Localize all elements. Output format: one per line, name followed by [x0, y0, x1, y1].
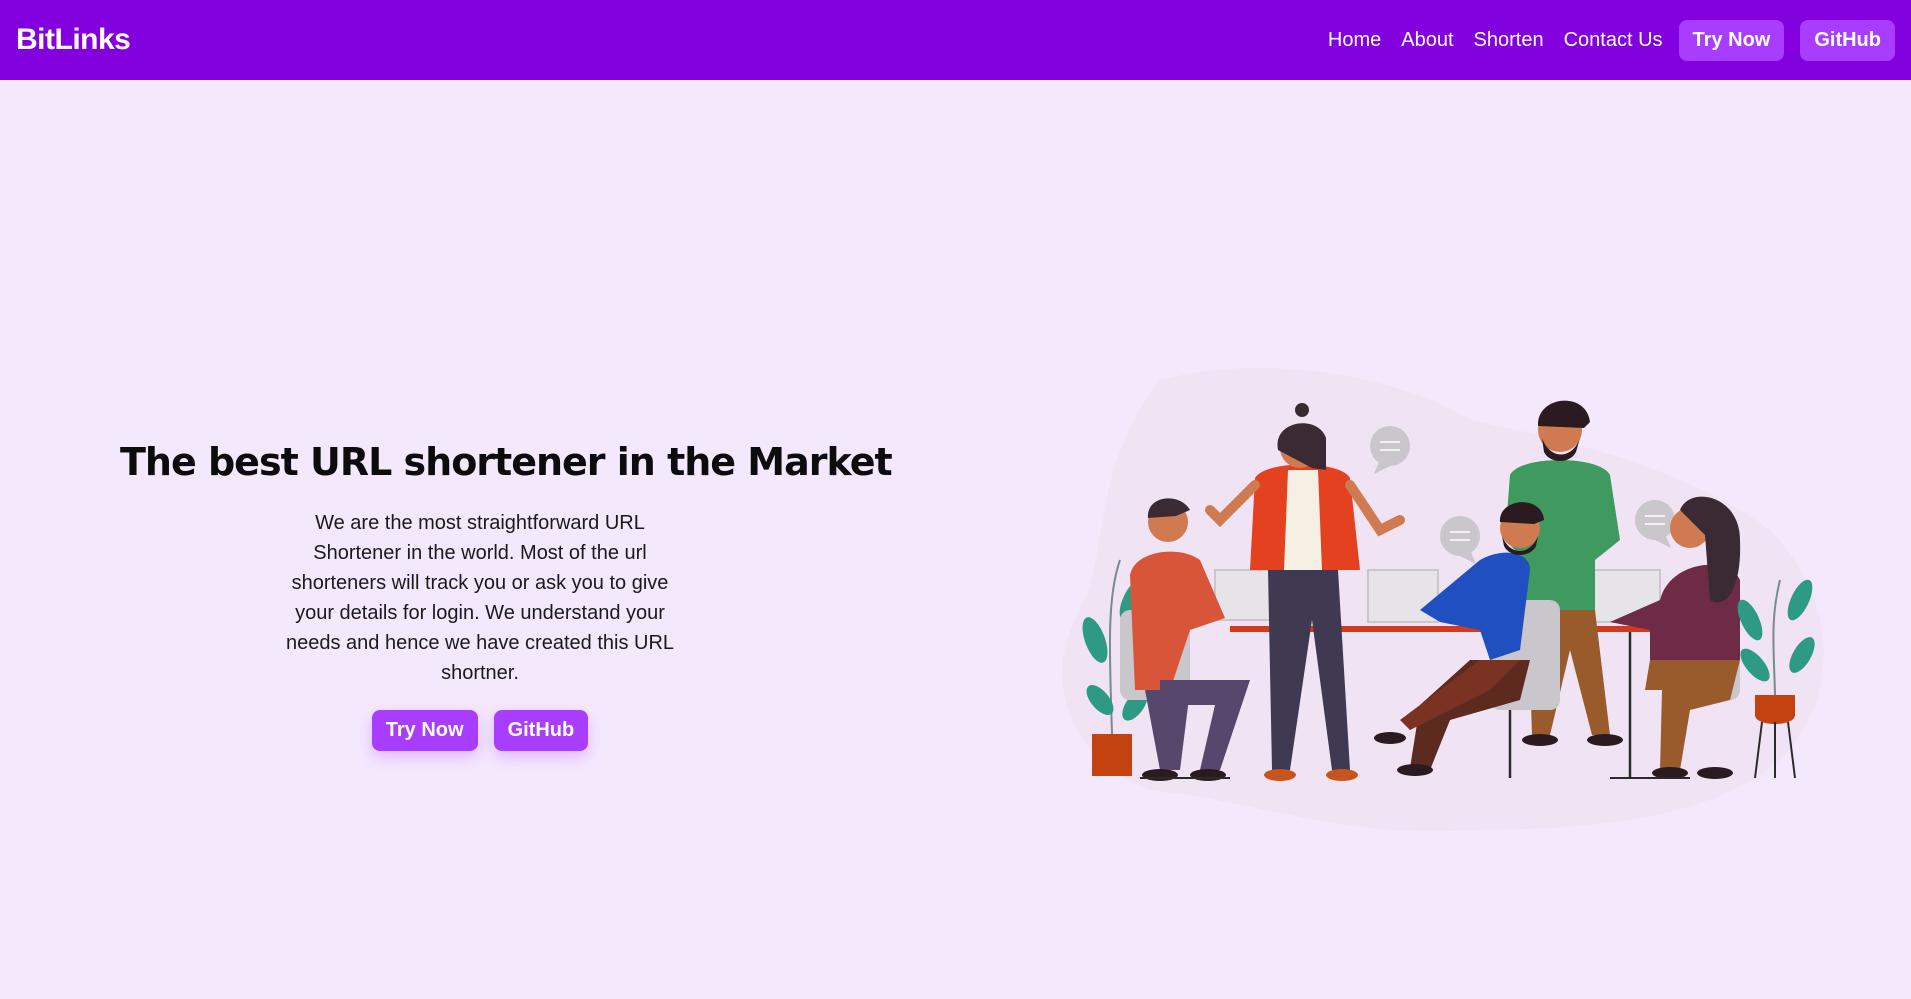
- hero-description: We are the most straightforward URL Shor…: [285, 512, 675, 684]
- navbar: BitLinks Home About Shorten Contact Us T…: [0, 0, 1911, 80]
- nav-link-contact[interactable]: Contact Us: [1564, 29, 1663, 52]
- hero-github-button[interactable]: GitHub: [493, 710, 589, 751]
- nav-github-button[interactable]: GitHub: [1800, 19, 1895, 61]
- brand-logo[interactable]: BitLinks: [16, 23, 131, 57]
- team-meeting-illustration: [1062, 367, 1824, 832]
- nav-menu: Home About Shorten Contact Us Try Now Gi…: [1308, 19, 1895, 61]
- nav-try-now-button[interactable]: Try Now: [1678, 19, 1785, 61]
- hero-buttons: Try Now GitHub: [120, 710, 840, 751]
- hero-section: The best URL shortener in the Market We …: [120, 440, 893, 751]
- nav-link-shorten[interactable]: Shorten: [1474, 29, 1544, 52]
- nav-link-home[interactable]: Home: [1328, 29, 1381, 52]
- hero-title: The best URL shortener in the Market: [120, 440, 893, 484]
- hero-try-now-button[interactable]: Try Now: [371, 710, 478, 751]
- nav-link-about[interactable]: About: [1401, 29, 1453, 52]
